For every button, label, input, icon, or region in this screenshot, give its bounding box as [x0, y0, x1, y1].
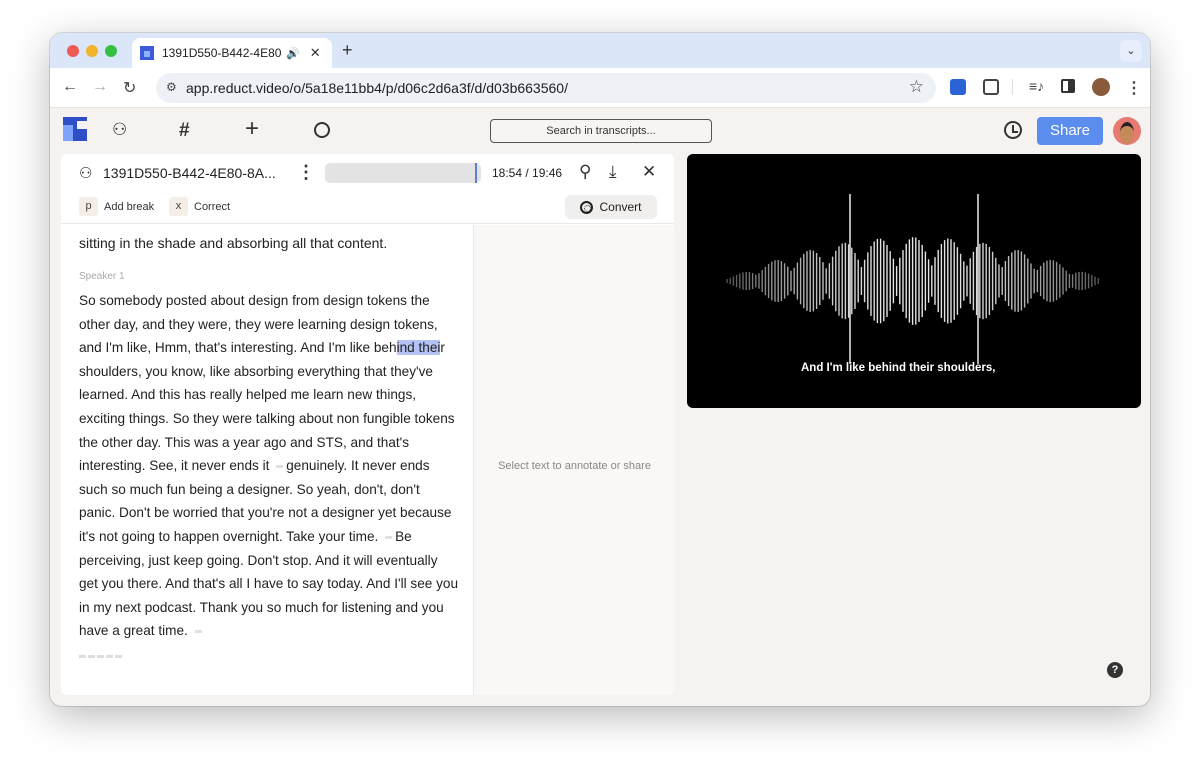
close-window-button[interactable]	[67, 45, 79, 57]
maximize-window-button[interactable]	[105, 45, 117, 57]
close-tab-icon[interactable]: ✕	[310, 45, 321, 61]
pause-marker[interactable]	[385, 535, 393, 539]
trailing-gap-markers	[79, 655, 122, 658]
reload-icon[interactable]: ↻	[123, 78, 136, 98]
transcript-panel: ⚇ 1391D550-B442-4E80-8A... ⋮ 18:54 / 19:…	[61, 154, 674, 695]
bitwarden-extension-icon[interactable]	[950, 79, 966, 95]
annotation-hint: Select text to annotate or share	[498, 460, 651, 472]
share-button[interactable]: Share	[1037, 117, 1103, 145]
site-settings-icon[interactable]: ⚙	[166, 80, 177, 94]
highlighted-word[interactable]: ind thei	[396, 340, 441, 356]
transcript-segment[interactable]: r shoulders, you know, like absorbing ev…	[79, 340, 455, 473]
search-icon[interactable]: ⚲	[579, 162, 591, 182]
add-plus-icon[interactable]: +	[245, 115, 259, 143]
add-break-shortcut[interactable]: p Add break	[79, 197, 154, 216]
new-tab-button[interactable]: +	[342, 40, 353, 61]
document-title[interactable]: 1391D550-B442-4E80-8A...	[103, 165, 276, 181]
transcript-segment[interactable]: So somebody posted about design from des…	[79, 293, 438, 355]
transcript-segment[interactable]: Be perceiving, just keep going. Don't st…	[79, 529, 458, 638]
bookmark-star-icon[interactable]: ☆	[909, 77, 924, 97]
pause-marker[interactable]	[194, 630, 202, 634]
media-queue-icon[interactable]: ≡♪	[1029, 78, 1044, 94]
tab-search-chevron-icon[interactable]: ⌄	[1120, 40, 1142, 62]
film-reel-icon[interactable]	[314, 122, 330, 138]
extensions-puzzle-icon[interactable]	[983, 79, 999, 95]
close-icon[interactable]: ✕	[642, 162, 656, 182]
tab-strip: 1391D550-B442-4E80-8A 🔊 ✕ + ⌄	[50, 33, 1150, 68]
user-avatar[interactable]	[1113, 117, 1141, 145]
reduct-favicon-icon	[140, 46, 154, 60]
browser-toolbar: ← → ↻ ⚙ app.reduct.video/o/5a18e11bb4/p/…	[50, 68, 1150, 108]
video-player[interactable]: And I'm like behind their shoulders,	[687, 154, 1141, 408]
playback-scrubber[interactable]	[325, 163, 481, 183]
correct-shortcut[interactable]: x Correct	[169, 197, 230, 216]
address-bar[interactable]: ⚙ app.reduct.video/o/5a18e11bb4/p/d06c2d…	[156, 73, 936, 103]
app-header: ⚇ # + Search in transcripts... Share	[50, 108, 1150, 153]
convert-button[interactable]: Convert	[565, 195, 657, 219]
playhead[interactable]	[474, 163, 477, 183]
film-reel-icon	[580, 200, 594, 214]
forward-arrow-icon[interactable]: →	[92, 78, 108, 96]
url-text[interactable]: app.reduct.video/o/5a18e11bb4/p/d06c2d6a…	[186, 80, 568, 96]
document-header: ⚇ 1391D550-B442-4E80-8A... ⋮ 18:54 / 19:…	[61, 154, 674, 224]
toolbar-divider	[1012, 79, 1013, 95]
minimize-window-button[interactable]	[86, 45, 98, 57]
pause-marker[interactable]	[276, 465, 284, 469]
previous-paragraph-line[interactable]: sitting in the shade and absorbing all t…	[79, 235, 387, 251]
shortcut-key: p	[79, 197, 98, 216]
people-video-icon: ⚇	[79, 165, 93, 182]
hashtag-icon[interactable]: #	[179, 120, 190, 142]
shortcut-label: Add break	[104, 200, 155, 213]
browser-tab[interactable]: 1391D550-B442-4E80-8A 🔊 ✕	[132, 38, 332, 68]
convert-label: Convert	[599, 200, 642, 214]
shortcut-label: Correct	[194, 200, 231, 213]
search-transcripts-input[interactable]: Search in transcripts...	[490, 119, 712, 143]
reduct-logo[interactable]	[63, 117, 87, 141]
people-video-icon[interactable]: ⚇	[112, 120, 127, 140]
more-options-icon[interactable]: ⋮	[297, 162, 315, 183]
history-clock-icon[interactable]	[1004, 121, 1022, 139]
transcript-paragraph[interactable]: So somebody posted about design from des…	[79, 289, 459, 643]
help-button[interactable]: ?	[1107, 662, 1123, 678]
tab-title: 1391D550-B442-4E80-8A	[162, 46, 282, 60]
download-icon[interactable]: ⤓	[609, 162, 617, 182]
speaker-audio-icon[interactable]: 🔊	[286, 47, 300, 60]
browser-window: 1391D550-B442-4E80-8A 🔊 ✕ + ⌄ ← → ↻ ⚙ ap…	[50, 33, 1150, 706]
timecode: 18:54 / 19:46	[492, 166, 563, 180]
profile-avatar[interactable]	[1092, 78, 1110, 96]
browser-menu-icon[interactable]: ⋮	[1126, 78, 1142, 98]
shortcut-key: x	[169, 197, 188, 216]
back-arrow-icon[interactable]: ←	[62, 78, 78, 96]
transcript-body[interactable]: sitting in the shade and absorbing all t…	[61, 225, 473, 695]
speaker-label[interactable]: Speaker 1	[79, 271, 125, 282]
annotation-column: Select text to annotate or share	[473, 225, 674, 695]
video-caption: And I'm like behind their shoulders,	[801, 362, 996, 374]
side-panel-icon[interactable]	[1061, 79, 1075, 93]
